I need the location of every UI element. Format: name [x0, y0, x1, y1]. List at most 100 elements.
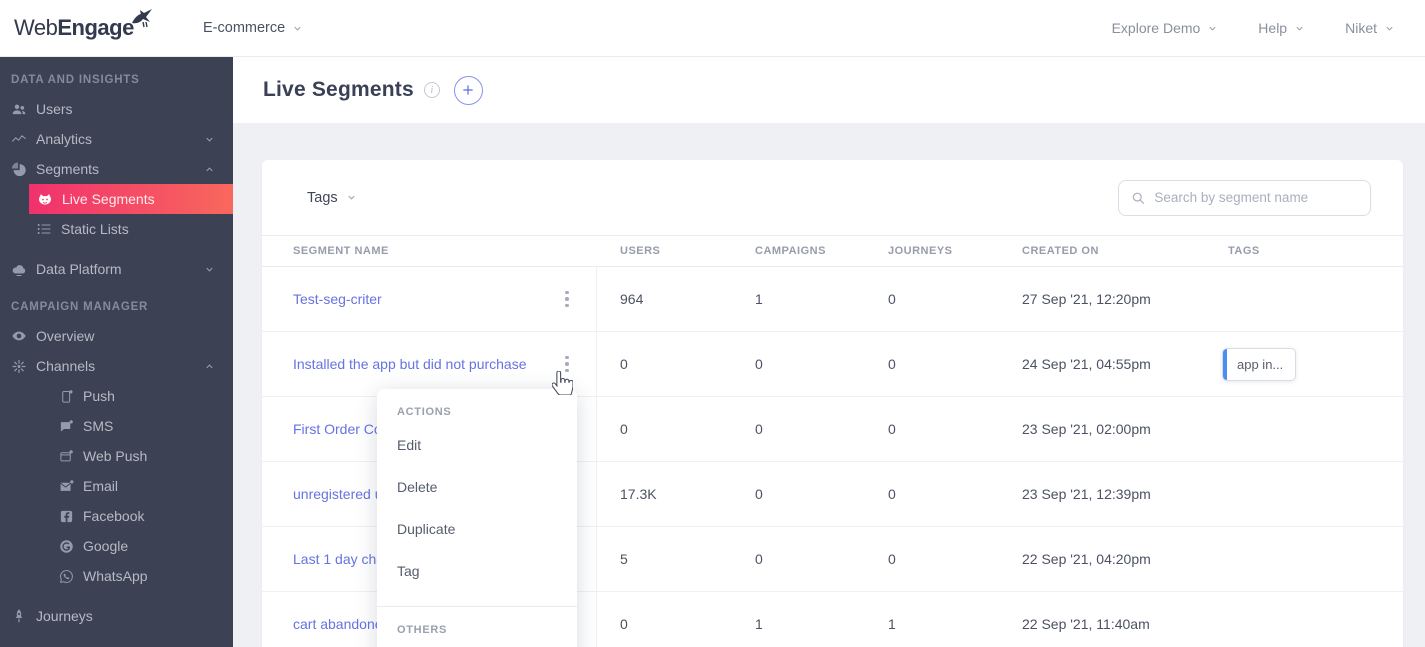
tag-color-bar: [1223, 348, 1227, 380]
journeys-count: 0: [888, 486, 896, 502]
webengage-logo[interactable]: Web Engage: [14, 9, 152, 41]
sidebar-nav: DATA AND INSIGHTS Users Analytics Segmen…: [0, 57, 233, 647]
sidebar-item-sms[interactable]: SMS: [0, 411, 233, 441]
topbar-right: Explore Demo Help Niket: [1112, 20, 1425, 36]
users-count: 0: [620, 616, 628, 632]
menu-item-edit[interactable]: Edit: [377, 424, 577, 466]
users-count: 17.3K: [620, 486, 657, 502]
tags-filter-dropdown[interactable]: Tags: [307, 190, 357, 206]
page-title: Live Segments: [263, 78, 414, 101]
menu-item-duplicate[interactable]: Duplicate: [377, 508, 577, 550]
sidebar-item-email[interactable]: Email: [0, 471, 233, 501]
section-header-data-insights: DATA AND INSIGHTS: [11, 74, 140, 86]
project-name: E-commerce: [203, 20, 286, 36]
row-actions-kebab-icon[interactable]: [565, 355, 569, 373]
segment-search[interactable]: [1118, 179, 1371, 216]
sidebar-item-google[interactable]: Google: [0, 531, 233, 561]
logo-text-engage: Engage: [57, 15, 134, 40]
campaigns-count: 0: [755, 486, 763, 502]
segment-name-link[interactable]: Installed the app but did not purchase: [293, 356, 527, 372]
search-icon: [1132, 192, 1145, 204]
campaigns-count: 0: [755, 551, 763, 567]
column-header-created-on: CREATED ON: [1022, 245, 1099, 257]
journeys-count: 0: [888, 421, 896, 437]
chevron-down-icon: [1386, 26, 1393, 31]
row-actions-context-menu: ACTIONS Edit Delete Duplicate Tag OTHERS: [377, 389, 577, 647]
sidebar-item-facebook[interactable]: Facebook: [0, 501, 233, 531]
menu-section-others: OTHERS: [397, 624, 448, 636]
users-count: 0: [620, 356, 628, 372]
page-header: Live Segments i: [233, 57, 1425, 123]
search-input[interactable]: [1154, 190, 1358, 205]
help-menu[interactable]: Help: [1258, 20, 1305, 36]
user-menu[interactable]: Niket: [1345, 20, 1395, 36]
created-on: 22 Sep '21, 04:20pm: [1022, 551, 1151, 567]
chevron-down-icon: [1296, 26, 1303, 31]
segment-name-link[interactable]: cart abandone: [293, 616, 383, 632]
create-segment-button[interactable]: [453, 75, 483, 105]
sidebar-item-segments[interactable]: Segments: [0, 154, 233, 184]
users-count: 0: [620, 421, 628, 437]
top-navbar: Web Engage E-commerce Explore Demo Help N…: [0, 0, 1425, 57]
users-count: 964: [620, 291, 644, 307]
journeys-count: 0: [888, 551, 896, 567]
sidebar-item-push[interactable]: Push: [0, 381, 233, 411]
sidebar-item-channels[interactable]: Channels: [0, 351, 233, 381]
campaigns-count: 1: [755, 291, 763, 307]
column-header-users: USERS: [620, 245, 661, 257]
google-icon: [58, 539, 74, 554]
segment-name-link[interactable]: Last 1 day che: [293, 551, 384, 567]
segment-name-link[interactable]: First Order Co: [293, 421, 382, 437]
journeys-count: 1: [888, 616, 896, 632]
chevron-down-icon: [348, 195, 355, 200]
chevron-down-icon: [1209, 26, 1216, 31]
logo-text-web: Web: [14, 15, 58, 40]
analytics-icon: [11, 131, 27, 148]
chevron-up-icon: [206, 166, 213, 171]
logo-bird-icon: [131, 9, 152, 28]
sms-icon: [58, 419, 74, 434]
explore-demo-menu[interactable]: Explore Demo: [1112, 20, 1219, 36]
segment-name-link[interactable]: Test-seg-criter: [293, 291, 382, 307]
campaigns-count: 0: [755, 421, 763, 437]
users-icon: [11, 101, 27, 118]
campaigns-count: 0: [755, 356, 763, 372]
email-icon: [58, 479, 74, 494]
sidebar-item-analytics[interactable]: Analytics: [0, 124, 233, 154]
created-on: 27 Sep '21, 12:20pm: [1022, 291, 1151, 307]
table-row: Installed the app but did not purchase 0…: [262, 332, 1403, 397]
chevron-down-icon: [206, 267, 213, 272]
campaigns-count: 1: [755, 616, 763, 632]
sidebar-item-static-lists[interactable]: Static Lists: [0, 214, 233, 244]
sidebar-item-users[interactable]: Users: [0, 94, 233, 124]
sidebar-item-live-segments[interactable]: Live Segments: [29, 184, 233, 214]
sidebar-item-overview[interactable]: Overview: [0, 321, 233, 351]
menu-item-delete[interactable]: Delete: [377, 466, 577, 508]
plus-icon: [463, 85, 473, 95]
column-header-journeys: JOURNEYS: [888, 245, 953, 257]
menu-item-tag[interactable]: Tag: [377, 550, 577, 592]
table-header-row: SEGMENT NAME USERS CAMPAIGNS JOURNEYS CR…: [262, 235, 1403, 267]
created-on: 23 Sep '21, 12:39pm: [1022, 486, 1151, 502]
channels-icon: [11, 358, 27, 375]
sidebar-item-whatsapp[interactable]: WhatsApp: [0, 561, 233, 591]
project-selector[interactable]: E-commerce: [203, 20, 303, 36]
created-on: 24 Sep '21, 04:55pm: [1022, 356, 1151, 372]
push-icon: [58, 389, 74, 404]
card-toolbar: Tags: [262, 160, 1403, 235]
menu-section-actions: ACTIONS: [397, 406, 452, 418]
sidebar-item-web-push[interactable]: Web Push: [0, 441, 233, 471]
created-on: 22 Sep '21, 11:40am: [1022, 616, 1150, 632]
sidebar-item-journeys[interactable]: Journeys: [0, 601, 233, 631]
row-actions-kebab-icon[interactable]: [565, 290, 569, 308]
tag-label: app in...: [1237, 356, 1284, 372]
segment-name-link[interactable]: unregistered u: [293, 486, 383, 502]
info-icon[interactable]: i: [423, 82, 440, 98]
users-count: 5: [620, 551, 628, 567]
sidebar-item-data-platform[interactable]: Data Platform: [0, 254, 233, 284]
static-lists-icon: [36, 221, 52, 237]
chevron-down-icon: [294, 26, 301, 31]
chevron-up-icon: [206, 363, 213, 368]
tag-chip[interactable]: app in...: [1222, 347, 1297, 381]
column-header-campaigns: CAMPAIGNS: [755, 245, 826, 257]
